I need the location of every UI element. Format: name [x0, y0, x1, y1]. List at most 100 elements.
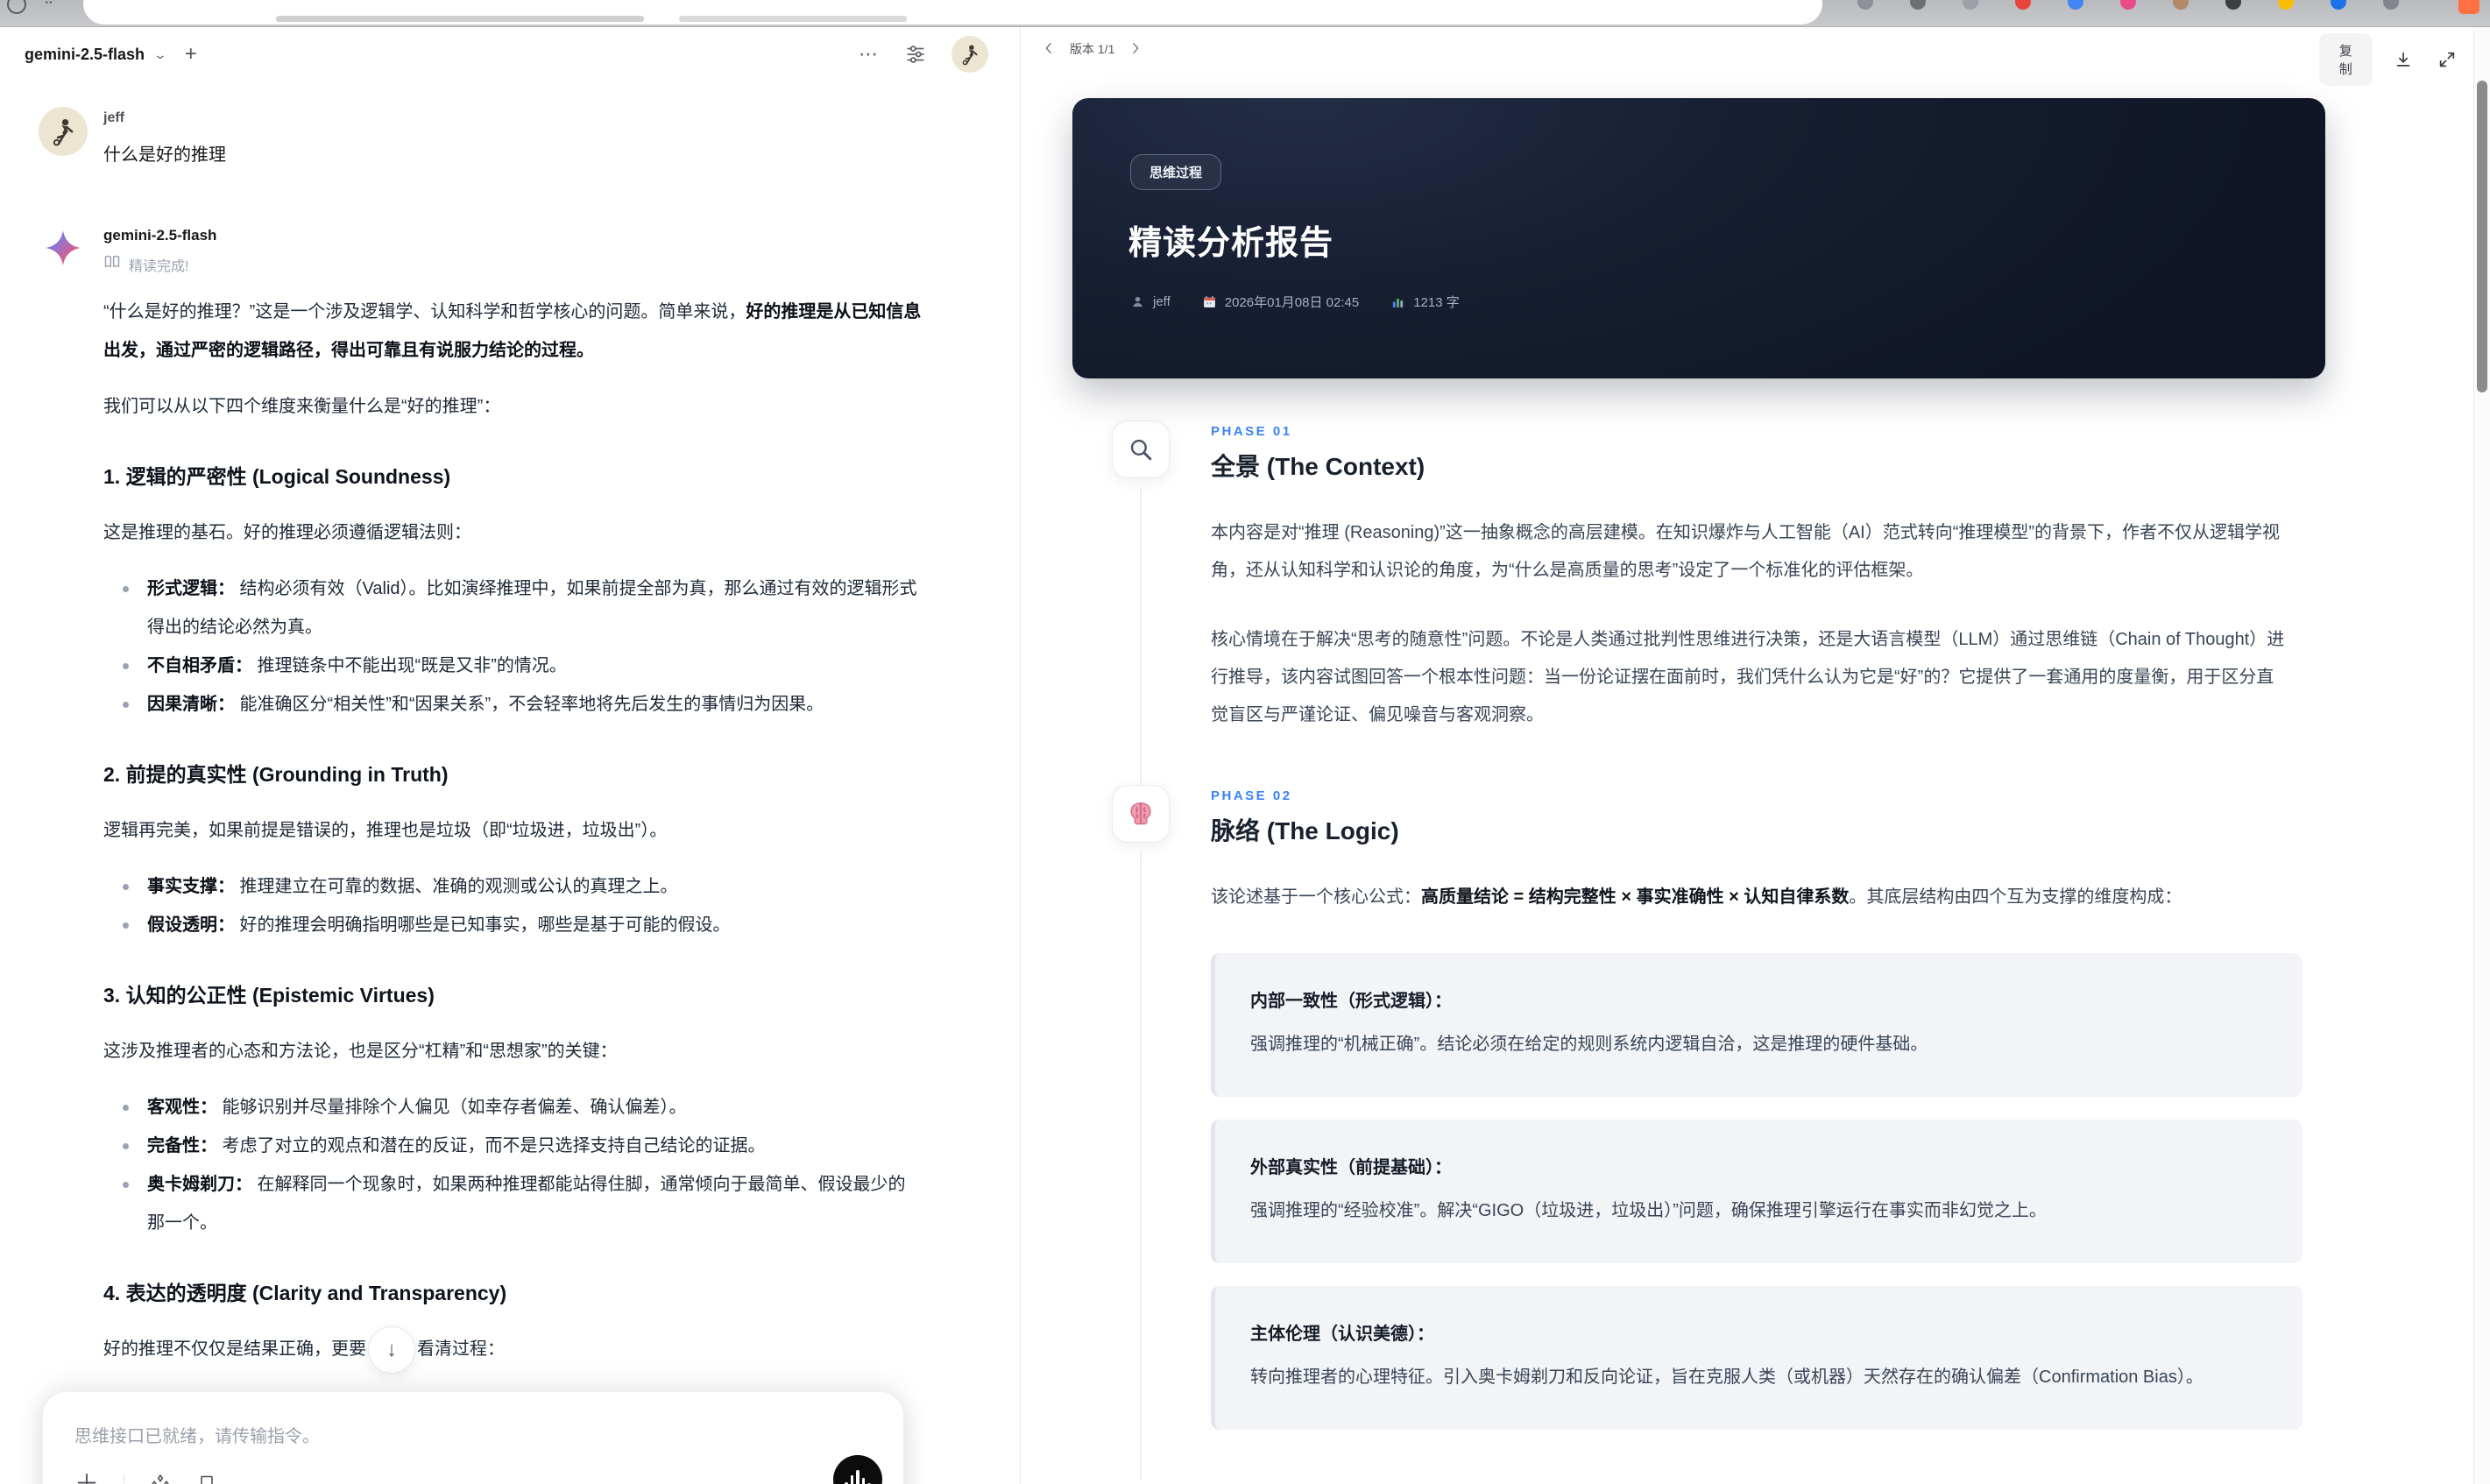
book-icon [103, 253, 121, 275]
artifact-toolbar: 复制 × [2319, 33, 2490, 86]
section-heading: 2. 前提的真实性 (Grounding in Truth) [103, 763, 449, 786]
phase-section: PHASE 02 脉络 (The Logic) 该论述基于一个核心公式：高质量结论 … [1112, 785, 2366, 1480]
waveform-bar [850, 1475, 854, 1484]
browser-extension-icon[interactable] [2331, 0, 2346, 10]
list-item: 假设透明： 好的推理会明确指明哪些是已知事实，哪些是基于可能的假设。 [103, 906, 923, 944]
window-scrollbar[interactable] [2473, 26, 2490, 1484]
card-body: 强调推理的“经验校准”。解决“GIGO（垃圾进，垃圾出）”问题，确保推理引擎运行… [1250, 1201, 2047, 1220]
chevron-left-icon[interactable] [1042, 41, 1056, 58]
bold-text: 高质量结论 = 结构完整性 × 事实准确性 × 认知自律系数 [1421, 887, 1850, 907]
bookmark-icon[interactable] [196, 1473, 217, 1484]
text: 。其底层结构由四个互为支撑的维度构成： [1849, 887, 2182, 907]
browser-extension-icon[interactable] [2120, 0, 2136, 10]
phase-timeline [1112, 785, 1170, 1480]
card-title: 内部一致性（形式逻辑）： [1250, 992, 1452, 1011]
list-item-label: 形式逻辑： [147, 579, 235, 598]
version-navigation: 版本 1/1 [1042, 40, 1142, 58]
report-scroll-area[interactable]: 思维过程 精读分析报告 jeff 2026年01月08日 02:45 1213 … [1021, 72, 2471, 1484]
waveform-bar [856, 1470, 859, 1484]
composer-toolbar: ＋ [74, 1472, 217, 1484]
artifact-panel: 版本 1/1 复制 × 思维过程 精读分析报告 [1021, 26, 2490, 1484]
download-icon[interactable] [2390, 45, 2416, 74]
chat-message-list[interactable]: jeff 什么是好的推理 gemini-2.5-flash 精读完成! “什么是… [0, 82, 1020, 1484]
list-item: 客观性： 能够识别并尽量排除个人偏见（如幸存者偏差、确认偏差）。 [103, 1088, 923, 1127]
paragraph: 我们可以从以下四个维度来衡量什么是“好的推理”： [103, 387, 934, 426]
text: 本内容是对“推理 (Reasoning)”这一抽象概念的高层建模。在知识爆炸与人… [1211, 523, 2281, 580]
paragraph: “什么是好的推理？”这是一个涉及逻辑学、认知科学和哲学核心的问题。简单来说，好的… [103, 293, 934, 370]
model-settings-icon[interactable] [904, 43, 927, 66]
phase-section: PHASE 01 全景 (The Context) 本内容是对“推理 (Reason… [1112, 420, 2366, 785]
browser-toolbar: ⠿ [0, 0, 2490, 27]
assistant-status-text: 精读完成! [129, 258, 189, 274]
phase-content: PHASE 01 全景 (The Context) 本内容是对“推理 (Reason… [1211, 420, 2366, 785]
paragraph: 好的推理不仅仅是结果正确，更要 ↓ 看清过程： [103, 1325, 934, 1374]
browser-url-bar[interactable] [83, 0, 1822, 25]
user-avatar[interactable] [951, 36, 988, 73]
report-hero-card: 思维过程 精读分析报告 jeff 2026年01月08日 02:45 1213 … [1072, 98, 2325, 378]
browser-extension-icon[interactable] [2225, 0, 2241, 10]
timeline-connector [1140, 487, 1142, 785]
text: 逻辑再完美，如果前提是错误的，推理也是垃圾（即“垃圾进，垃圾出”）。 [103, 821, 668, 840]
phase-label: PHASE 02 [1211, 788, 1292, 803]
card-body: 转向推理者的心理特征。引入奥卡姆剃刀和反向论证，旨在克服人类（或机器）天然存在的… [1250, 1367, 2204, 1387]
report-phases: PHASE 01 全景 (The Context) 本内容是对“推理 (Reason… [1112, 420, 2366, 1480]
dimension-cards: 内部一致性（形式逻辑）： 强调推理的“机械正确”。结论必须在给定的规则系统内逻辑自… [1211, 953, 2303, 1430]
browser-extension-icon[interactable] [2068, 0, 2083, 10]
browser-extension-icon[interactable] [1963, 0, 1978, 10]
user-message-text: 什么是好的推理 [103, 145, 226, 165]
browser-apps-grid-icon[interactable]: ⠿ [44, 0, 60, 9]
browser-extension-icon[interactable] [1910, 0, 1926, 10]
more-options-icon[interactable]: ⋯ [859, 45, 880, 64]
new-chat-button[interactable]: + [185, 44, 197, 65]
gemini-icon [39, 223, 88, 272]
list-item-text: 能准确区分“相关性”和“因果关系”，不会轻率地将先后发生的事情归为因果。 [235, 695, 824, 714]
text: 该论述基于一个核心公式： [1211, 887, 1421, 907]
browser-reload-icon[interactable] [7, 0, 26, 14]
chat-title[interactable]: gemini-2.5-flash [25, 46, 145, 64]
url-text-fragment [276, 16, 644, 22]
list-item-label: 因果清晰： [147, 695, 235, 714]
browser-extension-icon[interactable] [1857, 0, 1873, 10]
assistant-status: 精读完成! [103, 253, 985, 275]
user-name: jeff [103, 110, 124, 125]
list-item: 因果清晰： 能准确区分“相关性”和“因果关系”，不会轻率地将先后发生的事情归为因… [103, 685, 923, 724]
model-diamonds-icon[interactable] [149, 1473, 172, 1484]
list-item-text: 推理链条中不能出现“既是又非”的情况。 [252, 656, 567, 675]
list-item-label: 奥卡姆剃刀： [147, 1175, 252, 1194]
text: “什么是好的推理？”这是一个涉及逻辑学、认知科学和哲学核心的问题。简单来说， [103, 302, 746, 322]
copy-button[interactable]: 复制 [2319, 33, 2373, 86]
section-heading: 1. 逻辑的严密性 (Logical Soundness) [103, 465, 451, 488]
list-item-text: 考虑了对立的观点和潜在的反证，而不是只选择支持自己结论的证据。 [217, 1136, 766, 1155]
voice-input-button[interactable] [833, 1455, 882, 1484]
expand-icon[interactable] [2434, 45, 2460, 74]
scroll-to-bottom-button[interactable]: ↓ [368, 1325, 415, 1374]
dimension-card: 内部一致性（形式逻辑）： 强调推理的“机械正确”。结论必须在给定的规则系统内逻辑自… [1211, 953, 2303, 1097]
scrollbar-thumb[interactable] [2477, 81, 2487, 392]
report-datetime: 2026年01月08日 02:45 [1202, 293, 1359, 311]
bar-chart-icon [1393, 298, 1404, 307]
list-item: 完备性： 考虑了对立的观点和潜在的反证，而不是只选择支持自己结论的证据。 [103, 1127, 923, 1165]
timeline-connector [1140, 852, 1142, 1480]
calendar-icon [1203, 295, 1215, 307]
chevron-right-icon[interactable] [1128, 41, 1142, 58]
list-item: 奥卡姆剃刀： 在解释同一个现象时，如果两种推理都能站得住脚，通常倾向于最简单、假… [103, 1165, 923, 1242]
browser-extension-icon[interactable] [2278, 0, 2294, 10]
browser-extension-icon[interactable] [2458, 0, 2479, 14]
chevron-down-icon[interactable]: ⌄ [153, 47, 167, 62]
list-item-label: 不自相矛盾： [147, 656, 252, 675]
bullet-list: 事实支撑： 推理建立在可靠的数据、准确的观测或公认的真理之上。 假设透明： 好的推… [103, 867, 934, 944]
phase-label: PHASE 01 [1211, 424, 1292, 439]
assistant-name: gemini-2.5-flash [103, 227, 217, 244]
attach-plus-icon[interactable]: ＋ [74, 1472, 99, 1484]
section-heading: 4. 表达的透明度 (Clarity and Transparency) [103, 1282, 507, 1304]
paragraph: 逻辑再完美，如果前提是错误的，推理也是垃圾（即“垃圾进，垃圾出”）。 [103, 811, 934, 850]
browser-extension-icon[interactable] [2173, 0, 2189, 10]
chat-input[interactable]: 思维接口已就绪，请传输指令。 [74, 1422, 872, 1447]
brain-icon [1112, 785, 1170, 843]
phase-title: 全景 (The Context) [1211, 453, 1425, 480]
browser-extension-icon[interactable] [2015, 0, 2031, 10]
text: 这是推理的基石。好的推理必须遵循逻辑法则： [103, 523, 471, 542]
chat-header: gemini-2.5-flash ⌄ + ⋯ [0, 26, 1020, 82]
user-avatar [39, 107, 88, 156]
browser-extension-icon[interactable] [2383, 0, 2399, 10]
